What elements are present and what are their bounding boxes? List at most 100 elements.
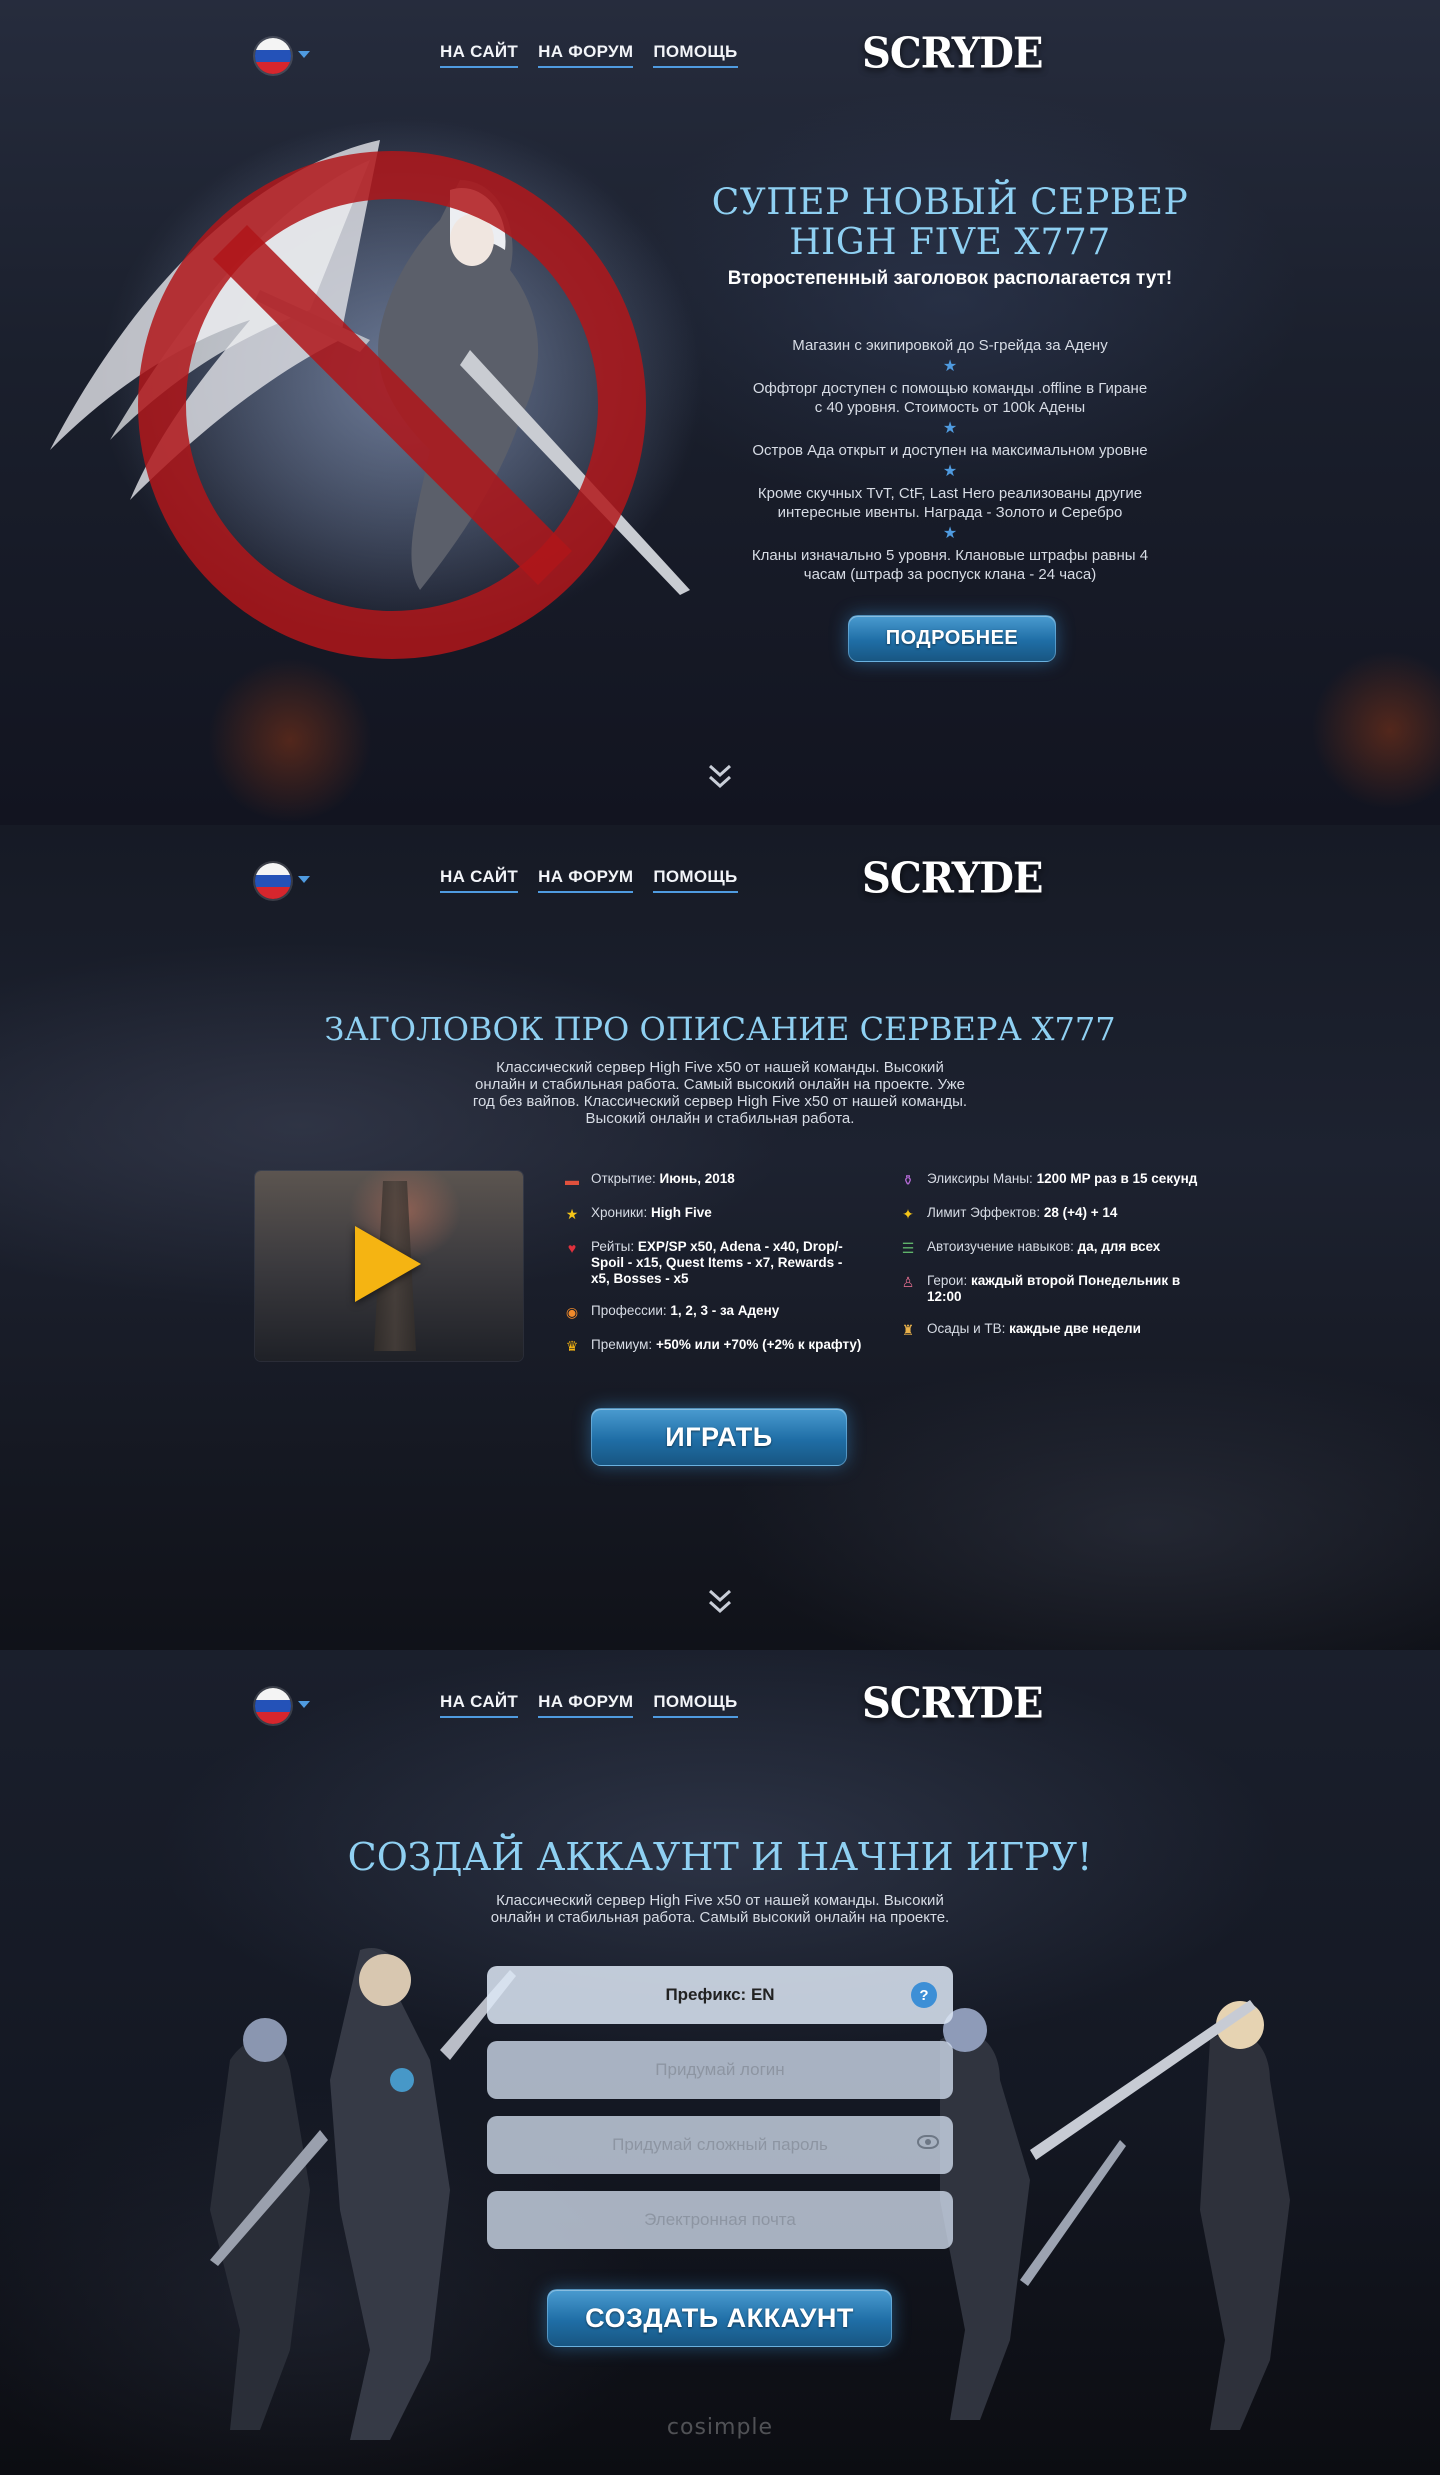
info-value: каждые две недели	[1009, 1321, 1141, 1336]
scroll-down-chevron-icon[interactable]	[707, 1587, 733, 1617]
star-separator-icon: ★	[942, 525, 958, 542]
scryde-logo[interactable]: SCRYDE	[862, 29, 1043, 78]
russian-flag-icon[interactable]	[255, 863, 291, 899]
video-thumbnail[interactable]	[255, 1171, 523, 1361]
info-value: 28 (+4) + 14	[1043, 1205, 1118, 1220]
eye-icon[interactable]	[917, 2135, 939, 2149]
hero-title-line2: HIGH FIVE X777	[789, 222, 1111, 263]
info-row: ★ Хроники: High Five	[563, 1205, 863, 1223]
crown-icon: ♛	[565, 1338, 579, 1354]
scryde-logo[interactable]: SCRYDE	[862, 1679, 1043, 1728]
info-row: ✦ Лимит Эффектов: 28 (+4) + 14	[899, 1205, 1199, 1223]
header: НА САЙТ НА ФОРУМ ПОМОЩЬ SCRYDE	[0, 0, 1440, 110]
info-row: ⚱ Эликсиры Маны: 1200 MP раз в 15 секунд	[899, 1171, 1199, 1189]
info-row: ◉ Профессии: 1, 2, 3 - за Адену	[563, 1303, 863, 1321]
potion-icon: ⚱	[902, 1172, 914, 1188]
nav-forum-link[interactable]: НА ФОРУМ	[538, 1692, 634, 1718]
info-label: Открытие:	[591, 1171, 660, 1186]
more-button[interactable]: ПОДРОБНЕЕ	[848, 615, 1056, 662]
nav-help-link[interactable]: ПОМОЩЬ	[653, 1692, 738, 1718]
star-separator-icon: ★	[942, 420, 958, 437]
server-info-right: ⚱ Эликсиры Маны: 1200 MP раз в 15 секунд…	[899, 1171, 1199, 1355]
info-label: Хроники:	[591, 1205, 651, 1220]
info-value: 1200 MP раз в 15 секунд	[1036, 1171, 1198, 1186]
feature-list: Магазин с экипировкой до S-грейда за Аде…	[750, 336, 1150, 584]
scryde-logo[interactable]: SCRYDE	[862, 854, 1043, 903]
warriors-right-illustration	[940, 2000, 1290, 2430]
info-label: Рейты:	[591, 1239, 638, 1254]
info-label: Эликсиры Маны:	[927, 1171, 1037, 1186]
register-description: Классический сервер High Five x50 от наш…	[490, 1892, 950, 1926]
info-value: Июнь, 2018	[659, 1171, 735, 1186]
books-icon: ☰	[901, 1240, 915, 1256]
play-button[interactable]: ИГРАТЬ	[591, 1408, 847, 1466]
email-field[interactable]: Электронная почта	[487, 2191, 953, 2249]
about-description: Классический сервер High Five x50 от наш…	[472, 1059, 968, 1127]
email-placeholder: Электронная почта	[644, 2210, 796, 2229]
star-separator-icon: ★	[942, 463, 958, 480]
info-value: High Five	[650, 1205, 712, 1220]
info-label: Герои:	[927, 1273, 971, 1288]
info-row: ♥ Рейты: EXP/SP x50, Adena - x40, Drop/-…	[563, 1239, 863, 1287]
scroll-down-chevron-icon[interactable]	[707, 762, 733, 792]
login-field[interactable]: Придумай логин	[487, 2041, 953, 2099]
register-title: СОЗДАЙ АККАУНТ И НАЧНИ ИГРУ!	[347, 1835, 1093, 1879]
feature-item: Остров Ада открыт и доступен на максимал…	[752, 442, 1148, 459]
info-label: Лимит Эффектов:	[927, 1205, 1044, 1220]
warriors-left-illustration	[210, 1948, 516, 2440]
main-nav: НА САЙТ НА ФОРУМ ПОМОЩЬ	[440, 1692, 738, 1718]
info-value: 1, 2, 3 - за Адену	[670, 1303, 780, 1318]
language-dropdown-caret-icon[interactable]	[298, 1701, 310, 1708]
info-row: ♛ Премиум: +50% или +70% (+2% к крафту)	[563, 1337, 863, 1355]
nav-site-link[interactable]: НА САЙТ	[440, 1692, 519, 1718]
login-placeholder: Придумай логин	[655, 2060, 785, 2079]
password-field[interactable]: Придумай сложный пароль	[487, 2116, 953, 2174]
star-separator-icon: ★	[942, 358, 958, 375]
header: НА САЙТ НА ФОРУМ ПОМОЩЬ SCRYDE	[0, 1650, 1440, 1760]
main-nav: НА САЙТ НА ФОРУМ ПОМОЩЬ	[440, 867, 738, 893]
create-account-button[interactable]: СОЗДАТЬ АККАУНТ	[547, 2289, 892, 2347]
info-label: Автоизучение навыков:	[927, 1239, 1078, 1254]
prefix-label: Префикс: EN	[665, 1985, 775, 2004]
russian-flag-icon[interactable]	[255, 1688, 291, 1724]
nav-help-link[interactable]: ПОМОЩЬ	[653, 42, 738, 68]
nav-site-link[interactable]: НА САЙТ	[440, 42, 519, 68]
feature-item: Кроме скучных TvT, CtF, Last Hero реализ…	[757, 485, 1143, 521]
star-icon: ★	[565, 1206, 579, 1222]
info-row: ♜ Осады и ТВ: каждые две недели	[899, 1321, 1199, 1339]
hero-title-line1: СУПЕР НОВЫЙ СЕРВЕР	[711, 182, 1189, 223]
info-value: +50% или +70% (+2% к крафту)	[655, 1337, 862, 1352]
password-placeholder: Придумай сложный пароль	[612, 2135, 828, 2154]
feature-item: Кланы изначально 5 уровня. Клановые штра…	[751, 547, 1149, 583]
hero-subtitle: Второстепенный заголовок располагается т…	[727, 268, 1173, 289]
hero-icon: ♙	[901, 1274, 915, 1290]
language-dropdown-caret-icon[interactable]	[298, 876, 310, 883]
header: НА САЙТ НА ФОРУМ ПОМОЩЬ SCRYDE	[0, 825, 1440, 935]
hero-section: НА САЙТ НА ФОРУМ ПОМОЩЬ SCRYDE СУПЕР НОВ…	[0, 0, 1440, 825]
heart-icon: ♥	[567, 1240, 577, 1256]
info-row: ☰ Автоизучение навыков: да, для всех	[899, 1239, 1199, 1257]
info-value: да, для всех	[1077, 1239, 1161, 1254]
angel-character-illustration	[50, 120, 700, 659]
nav-help-link[interactable]: ПОМОЩЬ	[653, 867, 738, 893]
wand-icon: ✦	[902, 1206, 914, 1222]
play-icon[interactable]	[355, 1226, 421, 1302]
prefix-field[interactable]: Префикс: EN ?	[487, 1966, 953, 2024]
info-label: Профессии:	[591, 1303, 671, 1318]
siege-icon: ♜	[901, 1322, 915, 1338]
info-row: ▬ Открытие: Июнь, 2018	[563, 1171, 863, 1189]
info-label: Осады и ТВ:	[927, 1321, 1010, 1336]
info-row: ♙ Герои: каждый второй Понедельник в 12:…	[899, 1273, 1199, 1305]
language-dropdown-caret-icon[interactable]	[298, 51, 310, 58]
feature-item: Оффторг доступен с помощью команды .offl…	[752, 380, 1148, 416]
hero-title: СУПЕР НОВЫЙ СЕРВЕР HIGH FIVE X777	[700, 183, 1200, 263]
feature-item: Магазин с экипировкой до S-грейда за Аде…	[792, 337, 1108, 354]
russian-flag-icon[interactable]	[255, 38, 291, 74]
donut-icon: ◉	[565, 1304, 579, 1320]
info-label: Премиум:	[591, 1337, 656, 1352]
help-icon[interactable]: ?	[911, 1982, 937, 2008]
footer-credit-logo[interactable]: cosimple	[660, 2415, 780, 2440]
nav-forum-link[interactable]: НА ФОРУМ	[538, 867, 634, 893]
nav-site-link[interactable]: НА САЙТ	[440, 867, 519, 893]
nav-forum-link[interactable]: НА ФОРУМ	[538, 42, 634, 68]
